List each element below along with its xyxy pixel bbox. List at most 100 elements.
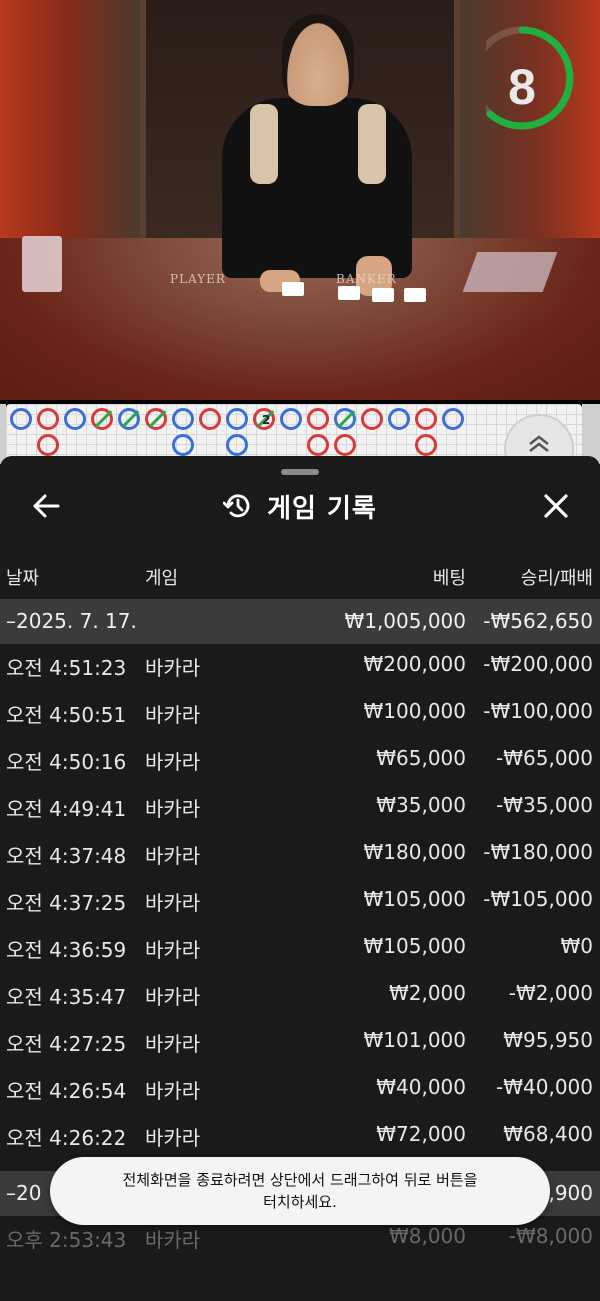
banker-bead	[199, 408, 221, 430]
row-bet: ₩200,000	[363, 652, 466, 676]
row-result: -₩65,000	[496, 746, 593, 770]
column-header-result: 승리/패배	[520, 568, 593, 589]
row-bet: ₩35,000	[376, 793, 466, 817]
table-row[interactable]: 오전 4:37:25 바카라 ₩105,000 -₩105,000	[0, 882, 600, 929]
table-row[interactable]: 오전 4:37:48 바카라 ₩180,000 -₩180,000	[0, 835, 600, 882]
playing-card	[404, 288, 426, 302]
group-result-total: -₩562,650	[483, 609, 593, 633]
close-icon	[544, 494, 568, 518]
dealer-vest	[250, 104, 278, 184]
row-game: 바카라	[145, 1032, 201, 1056]
bead-road-map[interactable]	[6, 404, 582, 464]
table-row[interactable]: 오전 4:49:41 바카라 ₩35,000 -₩35,000	[0, 788, 600, 835]
row-game: 바카라	[145, 1228, 201, 1252]
row-bet: ₩65,000	[376, 746, 466, 770]
background-wall-left	[0, 0, 140, 250]
banker-bead	[37, 408, 59, 430]
close-button[interactable]	[536, 486, 576, 526]
row-time: 오전 4:37:25	[6, 891, 127, 915]
row-bet: ₩105,000	[363, 934, 466, 958]
row-bet: ₩101,000	[363, 1028, 466, 1052]
playing-card	[282, 282, 304, 296]
row-time: 오전 4:51:23	[6, 656, 127, 680]
row-time: 오전 4:50:16	[6, 750, 127, 774]
row-result: -₩105,000	[483, 887, 593, 911]
table-row[interactable]: 오전 4:50:16 바카라 ₩65,000 -₩65,000	[0, 741, 600, 788]
row-result: ₩95,950	[503, 1028, 593, 1052]
player-bead	[226, 408, 248, 430]
roadmap-edge	[582, 404, 600, 464]
table-row[interactable]: 오전 4:26:54 바카라 ₩40,000 -₩40,000	[0, 1070, 600, 1117]
dealer-head	[282, 14, 354, 106]
row-game: 바카라	[145, 750, 201, 774]
playing-card	[372, 288, 394, 302]
row-time: 오전 4:50:51	[6, 703, 127, 727]
row-game: 바카라	[145, 1126, 201, 1150]
banker-bead	[307, 408, 329, 430]
fullscreen-exit-toast: 전체화면을 종료하려면 상단에서 드래그하여 뒤로 버튼을 터치하세요.	[50, 1157, 550, 1225]
row-bet: ₩40,000	[376, 1075, 466, 1099]
row-bet: ₩105,000	[363, 887, 466, 911]
page-title: 게임 기록	[267, 493, 377, 524]
player-bead	[334, 408, 356, 430]
row-time: 오전 4:35:47	[6, 985, 127, 1009]
banker-bead	[145, 408, 167, 430]
row-result: -₩100,000	[483, 699, 593, 723]
table-row[interactable]: 오전 4:35:47 바카라 ₩2,000 -₩2,000	[0, 976, 600, 1023]
group-bet-total: ₩1,005,000	[344, 609, 466, 633]
playing-card	[338, 286, 360, 300]
live-video-feed: PLAYER BANKER 8	[0, 0, 600, 400]
row-time: 오전 4:26:54	[6, 1079, 127, 1103]
date-group-row[interactable]: –2025. 7. 17. ₩1,005,000 -₩562,650	[0, 599, 600, 644]
row-bet: ₩72,000	[376, 1122, 466, 1146]
row-result: -₩35,000	[496, 793, 593, 817]
row-bet: ₩180,000	[363, 840, 466, 864]
row-time: 오전 4:49:41	[6, 797, 127, 821]
player-bead	[280, 408, 302, 430]
table-row[interactable]: 오전 4:51:23 바카라 ₩200,000 -₩200,000	[0, 647, 600, 694]
row-time: 오전 4:36:59	[6, 938, 127, 962]
card-shoe	[462, 252, 558, 292]
back-button[interactable]	[28, 486, 64, 526]
group-date: –2025. 7. 17.	[6, 609, 137, 633]
dealer-vest	[358, 104, 386, 184]
player-bead	[118, 408, 140, 430]
player-bead	[172, 434, 194, 456]
row-result: -₩2,000	[508, 981, 593, 1005]
row-time: 오전 4:37:48	[6, 844, 127, 868]
row-game: 바카라	[145, 891, 201, 915]
sheet-header: 게임 기록	[0, 486, 600, 526]
table-row[interactable]: 오전 4:36:59 바카라 ₩105,000 ₩0	[0, 929, 600, 976]
player-bead	[64, 408, 86, 430]
table-row[interactable]: 오전 4:50:51 바카라 ₩100,000 -₩100,000	[0, 694, 600, 741]
toast-line: 터치하세요.	[263, 1193, 337, 1211]
banker-bead	[415, 408, 437, 430]
sheet-drag-handle[interactable]	[281, 469, 319, 475]
column-header-date: 날짜	[6, 568, 40, 589]
table-row[interactable]: 오후 2:53:43 바카라 ₩8,000 -₩8,000	[0, 1219, 600, 1266]
player-bead	[172, 408, 194, 430]
chevron-double-up-icon	[529, 435, 549, 452]
row-result: -₩8,000	[508, 1224, 593, 1248]
arrow-left-icon	[33, 494, 60, 518]
row-bet: ₩2,000	[388, 981, 466, 1005]
row-game: 바카라	[145, 985, 201, 1009]
row-time: 오전 4:26:22	[6, 1126, 127, 1150]
row-result: ₩0	[560, 934, 594, 958]
table-row[interactable]: 오전 4:27:25 바카라 ₩101,000 ₩95,950	[0, 1023, 600, 1070]
banker-bead	[361, 408, 383, 430]
row-game: 바카라	[145, 797, 201, 821]
tie-count-label: 2	[262, 413, 271, 427]
row-time: 오후 2:53:43	[6, 1228, 127, 1252]
row-result: ₩68,400	[503, 1122, 593, 1146]
row-game: 바카라	[145, 938, 201, 962]
table-label-banker: BANKER	[336, 272, 397, 286]
player-bead	[226, 434, 248, 456]
banker-bead	[91, 408, 113, 430]
row-game: 바카라	[145, 703, 201, 727]
bet-timer: 8	[470, 20, 578, 132]
banker-bead	[37, 434, 59, 456]
row-bet: ₩8,000	[388, 1224, 466, 1248]
timer-count: 8	[508, 59, 536, 115]
player-bead	[388, 408, 410, 430]
